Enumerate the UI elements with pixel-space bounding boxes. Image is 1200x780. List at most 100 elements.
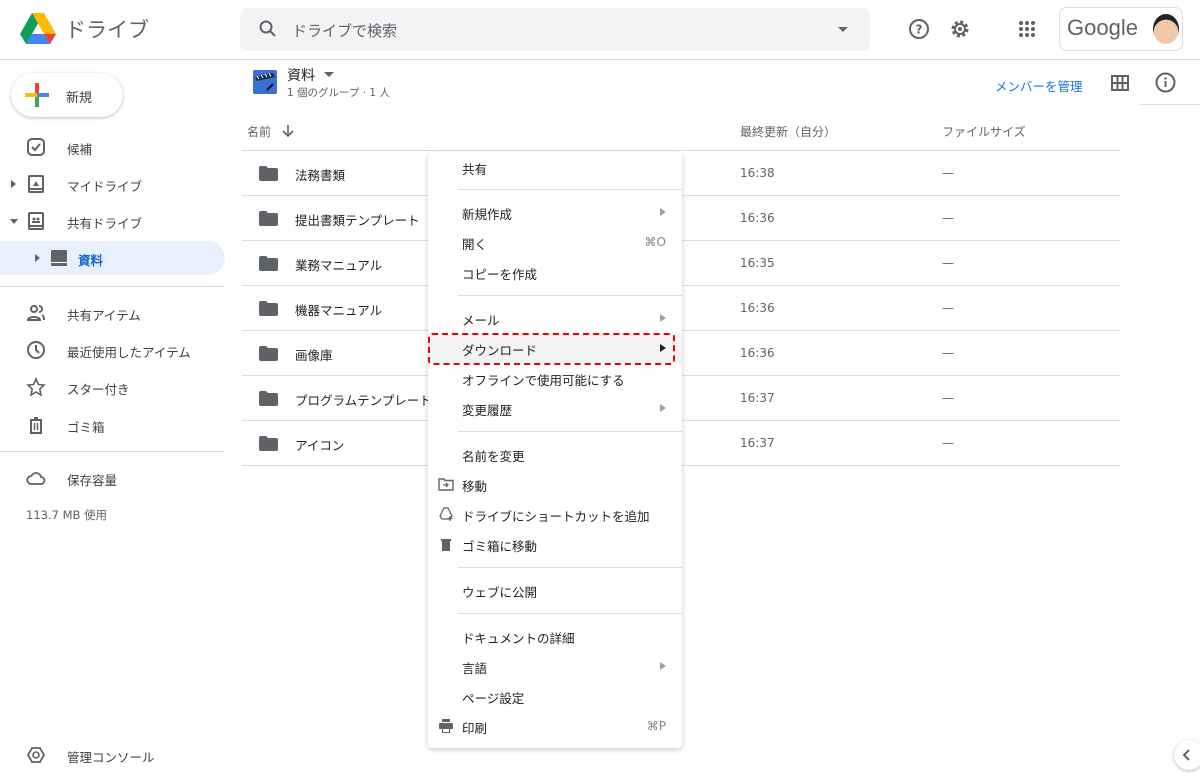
divider: [0, 451, 225, 452]
menu-divider: [458, 295, 682, 296]
submenu-arrow-icon: [660, 662, 666, 670]
cloud-icon: [26, 472, 46, 485]
storage-used: 113.7 MB 使用: [26, 508, 108, 522]
column-name[interactable]: 名前: [247, 123, 271, 140]
top-bar: ドライブ ドライブで検索 ? Google: [0, 0, 1200, 60]
sidebar-item-my-drive[interactable]: マイドライブ: [0, 167, 225, 201]
file-name: 機器マニュアル: [295, 303, 383, 318]
info-icon[interactable]: [1155, 72, 1176, 93]
search-options-icon[interactable]: [838, 27, 848, 32]
folder-icon: [259, 436, 278, 451]
new-button-label: 新規: [66, 91, 93, 106]
svg-text:?: ?: [916, 23, 923, 37]
menu-item-download[interactable]: ダウンロード: [428, 333, 682, 363]
menu-label: コピーを作成: [462, 267, 538, 282]
sidebar-item-shiryo[interactable]: 資料: [0, 241, 225, 275]
help-icon[interactable]: ?: [905, 15, 933, 43]
folder-title[interactable]: 資料: [287, 65, 315, 85]
sidebar-item-shared-with-me[interactable]: 共有アイテム: [0, 296, 225, 330]
apps-grid-icon[interactable]: [1013, 15, 1041, 43]
check-box-icon: [27, 138, 45, 156]
sidebar-item-trash[interactable]: ゴミ箱: [0, 408, 225, 442]
menu-item-new[interactable]: 新規作成: [428, 197, 682, 227]
drive-icon: [51, 250, 67, 266]
collapse-icon[interactable]: [10, 219, 18, 224]
menu-label: ダウンロード: [462, 343, 538, 358]
menu-item-add-shortcut[interactable]: ドライブにショートカットを追加: [428, 499, 682, 529]
gear-icon[interactable]: [946, 15, 974, 43]
search-input[interactable]: ドライブで検索: [240, 8, 870, 51]
shortcut-label: ⌘O: [644, 235, 666, 249]
trash-icon: [30, 417, 42, 434]
google-label: Google: [1067, 15, 1138, 40]
modified-time: 16:36: [740, 211, 775, 225]
submenu-arrow-icon: [660, 208, 666, 216]
sidebar-item-shared-drives[interactable]: 共有ドライブ: [0, 204, 225, 238]
expand-icon[interactable]: [11, 180, 16, 188]
sidebar-item-storage[interactable]: 保存容量: [0, 461, 225, 495]
clock-icon: [27, 341, 45, 359]
divider: [0, 286, 225, 287]
menu-item-copy[interactable]: コピーを作成: [428, 257, 682, 287]
file-size: —: [942, 346, 954, 360]
menu-item-publish[interactable]: ウェブに公開: [428, 575, 682, 605]
nav-label: 共有ドライブ: [67, 216, 143, 231]
menu-item-move[interactable]: 移動: [428, 469, 682, 499]
trash-icon: [441, 539, 451, 551]
divider: [1140, 104, 1200, 105]
submenu-arrow-icon: [660, 404, 666, 412]
file-size: —: [942, 166, 954, 180]
manage-members-link[interactable]: メンバーを管理: [995, 76, 1083, 95]
admin-console-link[interactable]: 管理コンソール: [0, 738, 225, 772]
column-modified[interactable]: 最終更新（自分）: [740, 123, 836, 140]
drive-logo-icon: [20, 13, 56, 44]
folder-menu-icon[interactable]: [324, 72, 334, 77]
menu-label: オフラインで使用可能にする: [462, 373, 625, 388]
menu-item-rename[interactable]: 名前を変更: [428, 439, 682, 469]
menu-item-trash[interactable]: ゴミ箱に移動: [428, 529, 682, 559]
menu-item-open[interactable]: 開く ⌘O: [428, 227, 682, 257]
menu-item-page-setup[interactable]: ページ設定: [428, 681, 682, 711]
menu-item-share[interactable]: 共有: [428, 152, 682, 182]
menu-label: 変更履歴: [462, 403, 513, 418]
nav-label: スター付き: [67, 382, 130, 397]
new-button[interactable]: 新規: [11, 73, 123, 117]
menu-item-email[interactable]: メール: [428, 303, 682, 333]
submenu-arrow-icon: [660, 344, 666, 352]
folder-subtitle: 1 個のグループ · 1 人: [287, 87, 390, 99]
file-size: —: [942, 256, 954, 270]
submenu-arrow-icon: [660, 314, 666, 322]
sidebar-item-suggested[interactable]: 候補: [0, 130, 225, 164]
file-name: 業務マニュアル: [295, 258, 383, 273]
menu-label: メール: [462, 313, 500, 328]
file-name: アイコン: [295, 438, 345, 453]
menu-item-offline[interactable]: オフラインで使用可能にする: [428, 363, 682, 393]
column-size[interactable]: ファイルサイズ: [942, 123, 1026, 140]
menu-label: 言語: [462, 661, 488, 676]
menu-divider: [458, 613, 682, 614]
menu-label: 移動: [462, 479, 488, 494]
shortcut-label: ⌘P: [646, 719, 666, 733]
print-icon: [439, 719, 453, 733]
modified-time: 16:37: [740, 391, 775, 405]
expand-icon[interactable]: [35, 254, 40, 262]
grid-view-icon[interactable]: [1111, 75, 1129, 91]
sidebar-item-recent[interactable]: 最近使用したアイテム: [0, 333, 225, 367]
menu-label: ウェブに公開: [462, 585, 538, 600]
move-folder-icon: [438, 478, 454, 491]
side-panel-toggle[interactable]: [1174, 740, 1200, 770]
folder-icon: [259, 301, 278, 316]
menu-item-print[interactable]: 印刷 ⌘P: [428, 711, 682, 741]
nav-label: 資料: [78, 253, 104, 268]
shared-drives-icon: [28, 212, 44, 230]
menu-item-details[interactable]: ドキュメントの詳細: [428, 621, 682, 651]
menu-item-history[interactable]: 変更履歴: [428, 393, 682, 423]
menu-item-language[interactable]: 言語: [428, 651, 682, 681]
add-shortcut-icon: [439, 507, 453, 521]
menu-divider: [458, 189, 682, 190]
sort-arrow-down-icon[interactable]: [282, 124, 294, 138]
modified-time: 16:37: [740, 436, 775, 450]
account-button[interactable]: Google: [1059, 7, 1183, 51]
nav-label: 管理コンソール: [67, 750, 155, 765]
sidebar-item-starred[interactable]: スター付き: [0, 370, 225, 404]
